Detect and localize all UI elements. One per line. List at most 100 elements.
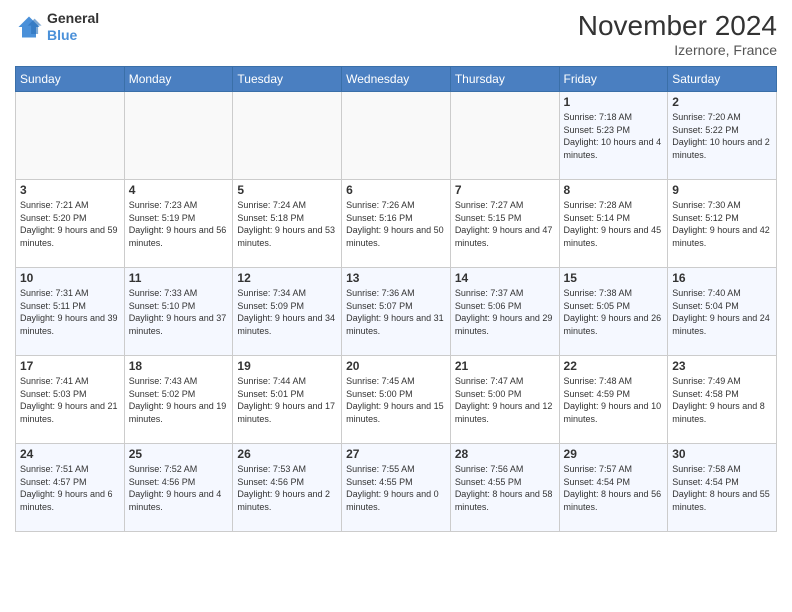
title-section: November 2024 Izernore, France <box>578 10 777 58</box>
day-number: 23 <box>672 359 772 373</box>
day-number: 8 <box>564 183 664 197</box>
day-number: 13 <box>346 271 446 285</box>
calendar-cell: 6 Sunrise: 7:26 AMSunset: 5:16 PMDaylight… <box>342 180 451 268</box>
page: General Blue November 2024 Izernore, Fra… <box>0 0 792 612</box>
day-info: Sunrise: 7:58 AMSunset: 4:54 PMDaylight:… <box>672 463 772 513</box>
calendar-cell <box>124 92 233 180</box>
calendar-cell <box>342 92 451 180</box>
calendar-cell: 27 Sunrise: 7:55 AMSunset: 4:55 PMDayligh… <box>342 444 451 532</box>
day-info: Sunrise: 7:34 AMSunset: 5:09 PMDaylight:… <box>237 287 337 337</box>
day-number: 21 <box>455 359 555 373</box>
calendar-header-thursday: Thursday <box>450 67 559 92</box>
calendar-header-row: SundayMondayTuesdayWednesdayThursdayFrid… <box>16 67 777 92</box>
calendar-header-friday: Friday <box>559 67 668 92</box>
day-info: Sunrise: 7:57 AMSunset: 4:54 PMDaylight:… <box>564 463 664 513</box>
day-info: Sunrise: 7:26 AMSunset: 5:16 PMDaylight:… <box>346 199 446 249</box>
day-info: Sunrise: 7:45 AMSunset: 5:00 PMDaylight:… <box>346 375 446 425</box>
day-number: 10 <box>20 271 120 285</box>
calendar-cell: 3 Sunrise: 7:21 AMSunset: 5:20 PMDaylight… <box>16 180 125 268</box>
day-info: Sunrise: 7:20 AMSunset: 5:22 PMDaylight:… <box>672 111 772 161</box>
calendar-cell: 19 Sunrise: 7:44 AMSunset: 5:01 PMDayligh… <box>233 356 342 444</box>
day-number: 3 <box>20 183 120 197</box>
logo-text: General Blue <box>47 10 99 44</box>
calendar-cell: 29Sunrise: 7:57 AMSunset: 4:54 PMDayligh… <box>559 444 668 532</box>
calendar-week-5: 24 Sunrise: 7:51 AMSunset: 4:57 PMDayligh… <box>16 444 777 532</box>
day-number: 18 <box>129 359 229 373</box>
calendar-header-wednesday: Wednesday <box>342 67 451 92</box>
calendar-cell: 25 Sunrise: 7:52 AMSunset: 4:56 PMDayligh… <box>124 444 233 532</box>
calendar-cell: 4Sunrise: 7:23 AMSunset: 5:19 PMDaylight… <box>124 180 233 268</box>
calendar-cell: 16Sunrise: 7:40 AMSunset: 5:04 PMDayligh… <box>668 268 777 356</box>
day-info: Sunrise: 7:24 AMSunset: 5:18 PMDaylight:… <box>237 199 337 249</box>
day-info: Sunrise: 7:40 AMSunset: 5:04 PMDaylight:… <box>672 287 772 337</box>
calendar-cell: 23 Sunrise: 7:49 AMSunset: 4:58 PMDayligh… <box>668 356 777 444</box>
day-info: Sunrise: 7:33 AMSunset: 5:10 PMDaylight:… <box>129 287 229 337</box>
calendar-cell: 20 Sunrise: 7:45 AMSunset: 5:00 PMDayligh… <box>342 356 451 444</box>
day-number: 1 <box>564 95 664 109</box>
day-info: Sunrise: 7:30 AMSunset: 5:12 PMDaylight:… <box>672 199 772 249</box>
day-info: Sunrise: 7:52 AMSunset: 4:56 PMDaylight:… <box>129 463 229 513</box>
calendar-header-sunday: Sunday <box>16 67 125 92</box>
day-info: Sunrise: 7:51 AMSunset: 4:57 PMDaylight:… <box>20 463 120 513</box>
day-number: 26 <box>237 447 337 461</box>
day-info: Sunrise: 7:41 AMSunset: 5:03 PMDaylight:… <box>20 375 120 425</box>
day-number: 30 <box>672 447 772 461</box>
day-info: Sunrise: 7:37 AMSunset: 5:06 PMDaylight:… <box>455 287 555 337</box>
calendar-cell: 18 Sunrise: 7:43 AMSunset: 5:02 PMDayligh… <box>124 356 233 444</box>
day-info: Sunrise: 7:44 AMSunset: 5:01 PMDaylight:… <box>237 375 337 425</box>
day-number: 11 <box>129 271 229 285</box>
calendar-week-3: 10 Sunrise: 7:31 AMSunset: 5:11 PMDayligh… <box>16 268 777 356</box>
calendar-cell: 10 Sunrise: 7:31 AMSunset: 5:11 PMDayligh… <box>16 268 125 356</box>
day-info: Sunrise: 7:47 AMSunset: 5:00 PMDaylight:… <box>455 375 555 425</box>
day-number: 19 <box>237 359 337 373</box>
day-info: Sunrise: 7:28 AMSunset: 5:14 PMDaylight:… <box>564 199 664 249</box>
day-number: 6 <box>346 183 446 197</box>
day-info: Sunrise: 7:43 AMSunset: 5:02 PMDaylight:… <box>129 375 229 425</box>
calendar-cell: 2 Sunrise: 7:20 AMSunset: 5:22 PMDaylight… <box>668 92 777 180</box>
calendar-cell: 12 Sunrise: 7:34 AMSunset: 5:09 PMDayligh… <box>233 268 342 356</box>
calendar-week-4: 17Sunrise: 7:41 AMSunset: 5:03 PMDayligh… <box>16 356 777 444</box>
calendar-cell: 26 Sunrise: 7:53 AMSunset: 4:56 PMDayligh… <box>233 444 342 532</box>
calendar-cell: 30 Sunrise: 7:58 AMSunset: 4:54 PMDayligh… <box>668 444 777 532</box>
day-number: 15 <box>564 271 664 285</box>
calendar-cell <box>233 92 342 180</box>
day-number: 27 <box>346 447 446 461</box>
calendar-cell <box>16 92 125 180</box>
calendar-week-2: 3 Sunrise: 7:21 AMSunset: 5:20 PMDaylight… <box>16 180 777 268</box>
calendar-cell: 8 Sunrise: 7:28 AMSunset: 5:14 PMDaylight… <box>559 180 668 268</box>
calendar-cell: 5Sunrise: 7:24 AMSunset: 5:18 PMDaylight… <box>233 180 342 268</box>
calendar-header-monday: Monday <box>124 67 233 92</box>
day-info: Sunrise: 7:56 AMSunset: 4:55 PMDaylight:… <box>455 463 555 513</box>
location: Izernore, France <box>578 42 777 58</box>
day-number: 25 <box>129 447 229 461</box>
day-number: 9 <box>672 183 772 197</box>
day-info: Sunrise: 7:31 AMSunset: 5:11 PMDaylight:… <box>20 287 120 337</box>
header: General Blue November 2024 Izernore, Fra… <box>15 10 777 58</box>
calendar-cell: 7 Sunrise: 7:27 AMSunset: 5:15 PMDaylight… <box>450 180 559 268</box>
calendar-header-tuesday: Tuesday <box>233 67 342 92</box>
calendar-header-saturday: Saturday <box>668 67 777 92</box>
day-number: 20 <box>346 359 446 373</box>
logo-icon <box>15 13 43 41</box>
day-info: Sunrise: 7:49 AMSunset: 4:58 PMDaylight:… <box>672 375 772 425</box>
day-number: 7 <box>455 183 555 197</box>
day-number: 12 <box>237 271 337 285</box>
logo: General Blue <box>15 10 99 44</box>
calendar-cell: 14 Sunrise: 7:37 AMSunset: 5:06 PMDayligh… <box>450 268 559 356</box>
calendar-cell: 21 Sunrise: 7:47 AMSunset: 5:00 PMDayligh… <box>450 356 559 444</box>
calendar-cell: 24 Sunrise: 7:51 AMSunset: 4:57 PMDayligh… <box>16 444 125 532</box>
day-number: 14 <box>455 271 555 285</box>
calendar-table: SundayMondayTuesdayWednesdayThursdayFrid… <box>15 66 777 532</box>
day-number: 24 <box>20 447 120 461</box>
day-info: Sunrise: 7:27 AMSunset: 5:15 PMDaylight:… <box>455 199 555 249</box>
calendar-cell <box>450 92 559 180</box>
day-number: 22 <box>564 359 664 373</box>
calendar-cell: 22Sunrise: 7:48 AMSunset: 4:59 PMDayligh… <box>559 356 668 444</box>
day-info: Sunrise: 7:55 AMSunset: 4:55 PMDaylight:… <box>346 463 446 513</box>
day-number: 2 <box>672 95 772 109</box>
month-title: November 2024 <box>578 10 777 42</box>
day-info: Sunrise: 7:38 AMSunset: 5:05 PMDaylight:… <box>564 287 664 337</box>
day-info: Sunrise: 7:21 AMSunset: 5:20 PMDaylight:… <box>20 199 120 249</box>
day-info: Sunrise: 7:18 AMSunset: 5:23 PMDaylight:… <box>564 111 664 161</box>
day-info: Sunrise: 7:53 AMSunset: 4:56 PMDaylight:… <box>237 463 337 513</box>
